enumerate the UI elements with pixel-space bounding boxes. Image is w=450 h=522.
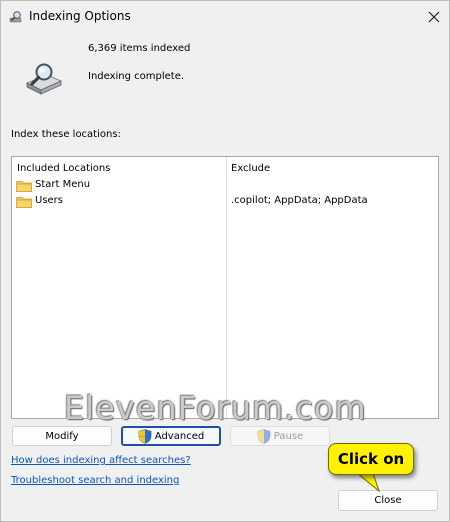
column-header-included[interactable]: Included Locations xyxy=(17,163,110,174)
pause-button-label: Pause xyxy=(273,430,304,442)
magnifier-drive-icon xyxy=(26,63,62,95)
locations-list[interactable]: Included Locations Exclude Start Menu Us… xyxy=(11,156,439,419)
location-name: Users xyxy=(35,195,64,206)
how-indexing-link[interactable]: How does indexing affect searches? xyxy=(11,455,191,466)
advanced-button-label: Advanced xyxy=(154,430,205,442)
list-item[interactable]: Start Menu xyxy=(16,178,436,194)
location-exclude: .copilot; AppData; AppData xyxy=(231,195,368,206)
advanced-button[interactable]: Advanced xyxy=(121,426,221,446)
pause-button[interactable]: Pause xyxy=(230,426,330,446)
troubleshoot-link[interactable]: Troubleshoot search and indexing xyxy=(11,475,179,486)
locations-label: Index these locations: xyxy=(11,129,121,140)
close-button[interactable]: Close xyxy=(338,490,438,511)
window-title: Indexing Options xyxy=(29,9,131,23)
magnifier-drive-icon xyxy=(9,11,22,23)
close-button-label: Close xyxy=(374,495,402,506)
items-indexed-count: 6,369 items indexed xyxy=(88,43,191,54)
callout-pointer xyxy=(356,473,381,493)
location-name: Start Menu xyxy=(35,179,91,190)
indexing-options-window: Indexing Options 6,369 items indexed Ind… xyxy=(0,0,450,522)
modify-button-label: Modify xyxy=(45,430,79,442)
modify-button[interactable]: Modify xyxy=(12,426,112,446)
indexing-status: Indexing complete. xyxy=(88,71,185,82)
column-header-exclude[interactable]: Exclude xyxy=(231,163,270,174)
watermark: ElevenForum.com xyxy=(64,389,367,427)
folder-icon xyxy=(16,197,32,208)
list-item[interactable]: Users .copilot; AppData; AppData xyxy=(16,194,436,210)
callout-bubble: Click on xyxy=(328,443,414,475)
callout-text: Click on xyxy=(337,450,405,468)
folder-icon xyxy=(16,181,32,192)
close-icon[interactable] xyxy=(423,6,445,28)
uac-shield-icon xyxy=(257,428,271,444)
title-bar: Indexing Options xyxy=(1,1,449,33)
uac-shield-icon xyxy=(138,428,152,444)
